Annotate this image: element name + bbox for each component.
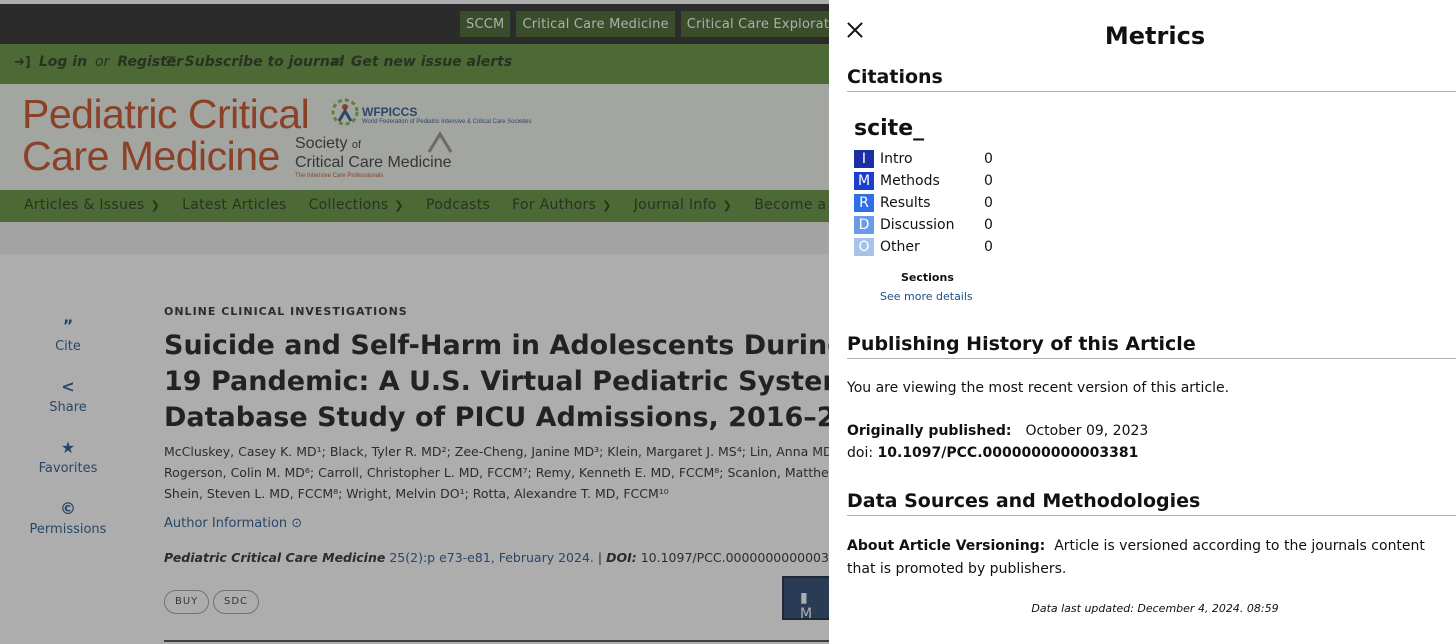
- citations-heading: Citations: [847, 66, 943, 88]
- heading-rule: [847, 358, 1456, 359]
- scite-count: 0: [984, 217, 993, 233]
- doi-prefix: doi:: [847, 445, 874, 461]
- scite-badge-results: R: [854, 194, 874, 212]
- versioning-paragraph: About Article Versioning: Article is ver…: [847, 535, 1447, 581]
- scite-row-results: R Results 0: [854, 193, 993, 213]
- scite-badge-intro: I: [854, 150, 874, 168]
- doi-number: 10.1097/PCC.0000000000003381: [877, 445, 1139, 461]
- originally-published: Originally published: October 09, 2023: [847, 423, 1148, 439]
- doi-line: doi: 10.1097/PCC.0000000000003381: [847, 445, 1138, 461]
- scite-count: 0: [984, 239, 993, 255]
- orig-pub-date: October 09, 2023: [1025, 423, 1149, 439]
- heading-rule: [847, 91, 1456, 92]
- heading-rule: [847, 515, 1456, 516]
- scite-badge-discussion: D: [854, 216, 874, 234]
- scite-label: Results: [880, 195, 931, 211]
- recent-version-text: You are viewing the most recent version …: [847, 380, 1230, 396]
- scite-count: 0: [984, 173, 993, 189]
- scite-label: Discussion: [880, 217, 955, 233]
- sections-label: Sections: [901, 271, 954, 284]
- scite-label: Methods: [880, 173, 940, 189]
- panel-title: Metrics: [1104, 22, 1206, 50]
- metrics-panel: Metrics Citations scite_ I Intro 0 M Met…: [829, 4, 1456, 644]
- scite-count: 0: [984, 195, 993, 211]
- scite-row-methods: M Methods 0: [854, 171, 993, 191]
- scite-label: Intro: [880, 151, 913, 167]
- scite-row-other: O Other 0: [854, 237, 993, 257]
- modal-backdrop[interactable]: [0, 0, 829, 644]
- orig-pub-label: Originally published:: [847, 423, 1012, 439]
- scite-row-discussion: D Discussion 0: [854, 215, 993, 235]
- data-sources-heading: Data Sources and Methodologies: [847, 490, 1201, 512]
- versioning-label: About Article Versioning:: [847, 538, 1046, 554]
- scite-logo[interactable]: scite_: [854, 116, 924, 141]
- scite-badge-methods: M: [854, 172, 874, 190]
- scite-row-intro: I Intro 0: [854, 149, 993, 169]
- see-more-details-link[interactable]: See more details: [880, 290, 973, 303]
- scite-count: 0: [984, 151, 993, 167]
- last-updated: Data last updated: December 4, 2024. 08:…: [1031, 602, 1279, 615]
- scite-label: Other: [880, 239, 920, 255]
- publishing-history-heading: Publishing History of this Article: [847, 333, 1196, 355]
- scite-badge-other: O: [854, 238, 874, 256]
